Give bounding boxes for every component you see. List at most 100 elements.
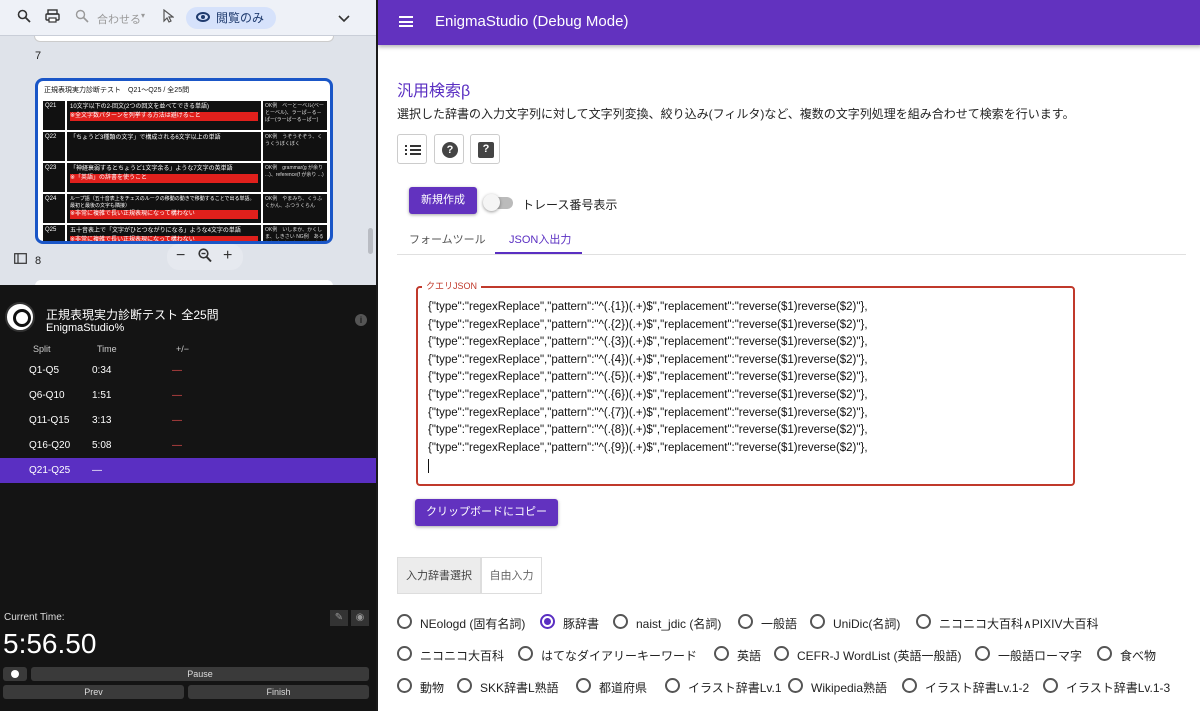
dictionary-radio-label: ニコニコ大百科∧PIXIV大百科 [939,617,1099,631]
radio-circle-icon [1043,678,1058,693]
prev-button[interactable]: Prev [3,685,184,699]
list-button[interactable] [397,134,427,164]
view-mode-label: 閲覧のみ [216,11,265,25]
tab-free-input[interactable]: 自由入力 [481,557,542,594]
question-number: Q25 [43,225,65,241]
split-row[interactable]: Q11-Q15 3:13 — [0,408,376,433]
text-caret [428,457,1063,475]
chevron-down-icon[interactable]: ▾ [141,11,145,20]
view-mode-button[interactable]: 閲覧のみ [186,7,276,29]
json-line: {"type":"regexReplace","pattern":"^(.{8}… [428,424,868,437]
dictionary-radio-label: 豚辞書 [563,617,600,631]
radio-circle-icon [738,614,753,629]
question-number: Q21 [43,101,65,130]
pdf-toolbar: 合わせる ▾ 閲覧のみ [0,0,376,36]
radio-circle-icon [540,614,555,629]
pause-button[interactable]: Pause [31,667,369,681]
split-name: Q16-Q20 [29,440,71,451]
page-header: 正規表現実力診断テスト Q21〜Q25 / 全25問 [44,87,190,94]
pdf-page-7[interactable]: 正規表現実力診断テスト Q21〜Q25 / 全25問 Q21 10文字以下の2-… [35,78,333,244]
json-line: {"type":"regexReplace","pattern":"^(.{6}… [428,388,868,401]
json-line: {"type":"regexReplace","pattern":"^(.{4}… [428,353,868,366]
split-time: 3:13 [92,415,112,426]
query-json-textarea[interactable]: {"type":"regexReplace","pattern":"^(.{1}… [416,286,1075,486]
finish-button[interactable]: Finish [188,685,369,699]
new-button[interactable]: 新規作成 [409,187,477,214]
radio-circle-icon [916,614,931,629]
question-answer: OK例 やまみち、くうふくかん、ふつうくらん [263,194,327,223]
split-row-current[interactable]: Q21-Q25 — [0,458,376,483]
question-row: Q25 五十音表上で「文字がひとつながりになる」ような4文字の単語 ※非常に複雑で… [43,225,327,241]
column-header-time: Time [97,344,117,354]
dictionary-radio-label: SKK辞書L熟語 [480,681,559,695]
tab-form-tool[interactable]: フォームツール [409,231,486,247]
json-line: {"type":"regexReplace","pattern":"^(.{7}… [428,406,868,419]
dictionary-radio-label: イラスト辞書Lv.1-3 [1066,681,1171,695]
json-line: {"type":"regexReplace","pattern":"^(.{1}… [428,301,868,313]
json-line: {"type":"regexReplace","pattern":"^(.{5}… [428,371,868,384]
copy-clipboard-button[interactable]: クリップボードにコピー [415,499,558,526]
sidebar-toggle-icon[interactable] [14,251,27,269]
radio-circle-icon [576,678,591,693]
trace-toggle[interactable] [483,194,513,211]
app-bar: EnigmaStudio (Debug Mode) [378,0,1200,45]
eye-icon[interactable]: ◉ [351,610,369,626]
question-number: Q24 [43,194,65,223]
pencil-icon[interactable]: ✎ [330,610,348,626]
speedrun-timer: 正規表現実力診断テスト 全25問 EnigmaStudio% i Split T… [0,285,376,711]
tab-dictionary-select[interactable]: 入力辞書選択 [397,557,481,594]
pdf-viewer-pane: 合わせる ▾ 閲覧のみ 7 正規表現実力診断テスト Q21〜Q25 / 全25問… [0,0,376,285]
question-text: ループ語（五十音表上をチェスのルークの移動の動きで移動することで出る単語。最初と… [67,194,261,223]
question-row: Q23 「神経衰弱するとちょうど1文字余る」ような7文字の英単語 ※「英語」の辞書… [43,163,327,192]
tab-json-io[interactable]: JSON入出力 [509,231,571,247]
split-delta: — [172,440,182,451]
json-line: {"type":"regexReplace","pattern":"^(.{3}… [428,336,868,349]
radio-circle-icon [397,614,412,629]
split-delta: — [172,365,182,376]
enigma-studio-app: EnigmaStudio (Debug Mode) 汎用検索β 選択した辞書の入… [376,0,1200,711]
radio-circle-icon [788,678,803,693]
question-row: Q21 10文字以下の2-回文(2つの回文を並べてできる単語) ※全文字数パターン… [43,101,327,130]
eye-icon [196,12,210,22]
question-text: 「神経衰弱するとちょうど1文字余る」ような7文字の英単語 ※「英語」の辞書を使うこ… [67,163,261,192]
split-name: Q6-Q10 [29,390,65,401]
info-icon[interactable]: i [355,314,367,326]
cursor-icon[interactable] [158,8,178,27]
tab-indicator [495,252,582,254]
zoom-out-icon[interactable]: − [176,247,185,265]
feedback-button[interactable]: ? [470,134,500,164]
question-answer: OK例 grammar(g が余り ...)、reference(f が余り .… [263,163,327,192]
split-row[interactable]: Q1-Q5 0:34 — [0,358,376,383]
json-line: {"type":"regexReplace","pattern":"^(.{9}… [428,441,868,454]
list-icon [405,142,421,158]
question-number: Q23 [43,163,65,192]
zoom-reset-icon[interactable] [198,248,212,268]
split-delta: — [172,390,182,401]
zoom-in-icon[interactable] [72,9,92,27]
zoom-select[interactable]: 合わせる [97,11,141,27]
dictionary-radio-label: UniDic(名詞) [833,617,901,631]
page-description: 選択した辞書の入力文字列に対して文字列変換、絞り込み(フィルタ)など、複数の文字… [397,107,1075,121]
split-name: Q1-Q5 [29,365,60,376]
scrollbar-thumb[interactable] [368,228,373,254]
search-icon[interactable] [14,9,34,27]
split-name: Q11-Q15 [29,415,70,426]
print-icon[interactable] [42,9,62,27]
radio-circle-icon [810,614,825,629]
feedback-icon: ? [478,142,494,158]
split-row[interactable]: Q6-Q10 1:51 — [0,383,376,408]
help-button[interactable]: ? [434,134,464,164]
chevron-down-icon[interactable] [334,9,354,27]
radio-circle-icon [714,646,729,661]
split-time: 0:34 [92,365,112,376]
menu-icon[interactable] [399,16,413,27]
current-time-value: 5:56.50 [3,628,97,659]
dictionary-radio-label: ニコニコ大百科 [420,649,505,663]
zoom-in-icon[interactable]: + [223,247,232,265]
record-icon[interactable] [3,667,27,681]
column-header-split: Split [33,344,51,354]
query-json-label: クエリJSON [422,279,482,292]
question-answer: OK例 ベーとーベル(ベーとーベル)、ラーぱ－る－ぱー(ラーぱーる－ぱー) [263,101,327,130]
split-row[interactable]: Q16-Q20 5:08 — [0,433,376,458]
dictionary-radio-label: 一般語 [761,617,798,631]
